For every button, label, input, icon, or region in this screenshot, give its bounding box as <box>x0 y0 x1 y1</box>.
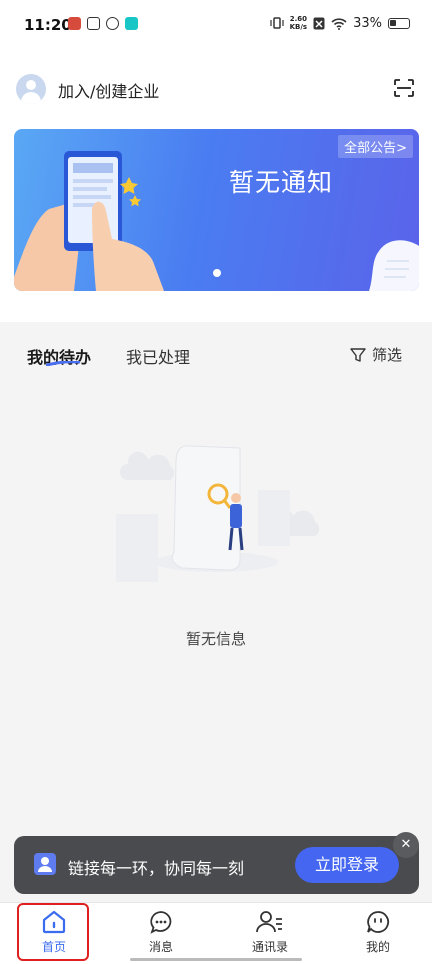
scan-icon[interactable] <box>394 79 414 97</box>
empty-state-illustration <box>116 445 320 582</box>
profile-icon <box>367 911 390 933</box>
header: 加入/创建企业 <box>0 52 432 122</box>
net-speed-unit: KB/s <box>289 23 308 31</box>
gesture-bar[interactable] <box>130 958 302 961</box>
status-right: 2.60 KB/s 33% <box>270 15 410 31</box>
contacts-icon <box>256 911 282 933</box>
active-tab-indicator <box>46 361 80 366</box>
announcement-banner[interactable]: 暂无通知 全部公告> <box>14 129 419 291</box>
nav-contacts-label: 通讯录 <box>251 940 288 954</box>
chat-bubble-icon <box>150 911 172 934</box>
empty-state-text: 暂无信息 <box>185 630 246 648</box>
login-button[interactable]: 立即登录 <box>295 847 399 883</box>
taptap-notification-icon <box>125 17 138 30</box>
tasks-panel: 我的待办 我已处理 筛选 暂无信息 <box>0 322 432 902</box>
paper-decoration <box>369 240 419 291</box>
home-tab-highlight-box <box>17 903 89 961</box>
banner-title: 暂无通知 <box>229 168 334 197</box>
carousel-indicator <box>213 269 221 277</box>
sync-notification-icon <box>106 17 119 30</box>
sim-blocked-icon <box>313 17 325 29</box>
login-prompt-toast: 链接每一环，协同每一刻 立即登录 ✕ <box>14 832 419 894</box>
battery-percent: 33% <box>353 15 382 31</box>
wifi-icon <box>331 17 347 30</box>
avatar[interactable] <box>16 74 46 104</box>
vibrate-icon <box>270 17 284 29</box>
notification-icons <box>68 17 138 30</box>
nav-contacts[interactable]: 通讯录 <box>230 909 310 955</box>
app-notification-icon <box>68 17 81 30</box>
battery-icon <box>388 17 410 29</box>
nav-messages-label: 消息 <box>148 940 173 954</box>
toast-message: 链接每一环，协同每一刻 <box>68 859 245 878</box>
phone-hand-illustration <box>14 151 164 291</box>
filter-label: 筛选 <box>371 346 402 364</box>
nav-profile[interactable]: 我的 <box>338 909 418 955</box>
nav-messages[interactable]: 消息 <box>121 909 201 955</box>
filter-button[interactable]: 筛选 <box>350 344 402 365</box>
close-icon[interactable]: ✕ <box>393 832 419 858</box>
status-time: 11:20 <box>24 16 72 34</box>
net-speed-value: 2.60 <box>289 15 307 23</box>
filter-icon <box>350 347 366 362</box>
status-bar: 11:20 2.60 KB/s 33% <box>0 0 432 52</box>
nav-profile-label: 我的 <box>365 940 390 954</box>
net-speed: 2.60 KB/s <box>290 15 307 31</box>
join-create-enterprise-link[interactable]: 加入/创建企业 <box>58 78 159 102</box>
all-announcements-link[interactable]: 全部公告> <box>338 135 413 158</box>
tab-processed[interactable]: 我已处理 <box>126 344 190 368</box>
calendar-notification-icon <box>87 17 100 30</box>
user-badge-icon <box>34 853 56 875</box>
